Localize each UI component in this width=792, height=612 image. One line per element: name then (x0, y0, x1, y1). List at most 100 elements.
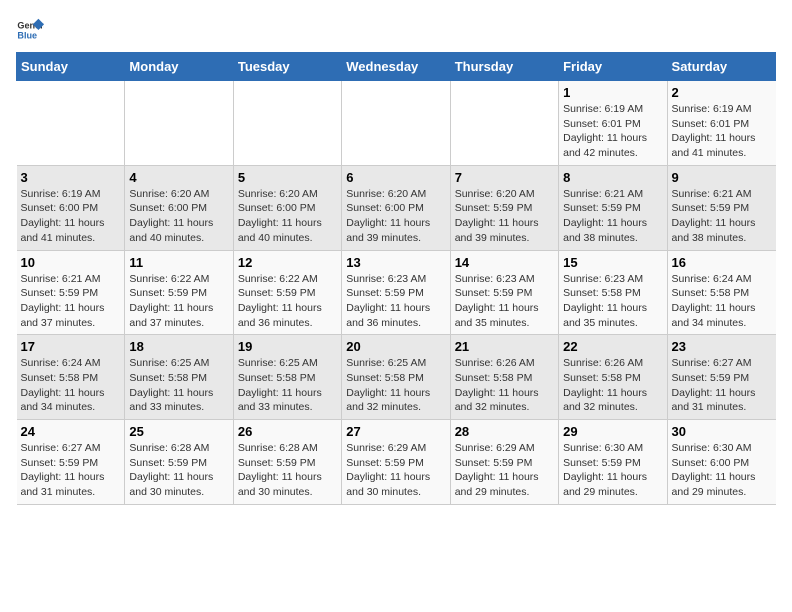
day-cell: 25Sunrise: 6:28 AM Sunset: 5:59 PM Dayli… (125, 420, 233, 505)
week-row-1: 1Sunrise: 6:19 AM Sunset: 6:01 PM Daylig… (17, 81, 776, 166)
day-info: Sunrise: 6:20 AM Sunset: 5:59 PM Dayligh… (455, 188, 539, 244)
day-cell (233, 81, 341, 166)
day-info: Sunrise: 6:26 AM Sunset: 5:58 PM Dayligh… (563, 357, 647, 413)
day-number: 9 (672, 170, 772, 185)
day-cell: 22 Sunrise: 6:26 AM Sunset: 5:58 PM Dayli… (559, 335, 667, 420)
day-cell: 23 Sunrise: 6:27 AM Sunset: 5:59 PM Dayli… (667, 335, 775, 420)
day-number: 7 (455, 170, 554, 185)
day-info: Sunrise: 6:22 AM Sunset: 5:59 PM Dayligh… (238, 273, 322, 329)
day-cell: 12 Sunrise: 6:22 AM Sunset: 5:59 PM Dayli… (233, 250, 341, 335)
day-cell: 6 Sunrise: 6:20 AM Sunset: 6:00 PM Daylig… (342, 165, 450, 250)
day-cell: 29 Sunrise: 6:30 AM Sunset: 5:59 PM Dayli… (559, 420, 667, 505)
day-info: Sunrise: 6:21 AM Sunset: 5:59 PM Dayligh… (21, 273, 105, 329)
day-info: Sunrise: 6:20 AM Sunset: 6:00 PM Dayligh… (346, 188, 430, 244)
day-number: 11 (129, 255, 228, 270)
week-row-5: 24 Sunrise: 6:27 AM Sunset: 5:59 PM Dayli… (17, 420, 776, 505)
day-cell: 9 Sunrise: 6:21 AM Sunset: 5:59 PM Daylig… (667, 165, 775, 250)
day-of-week-monday: Monday (125, 53, 233, 81)
day-cell: 7 Sunrise: 6:20 AM Sunset: 5:59 PM Daylig… (450, 165, 558, 250)
day-info: Sunrise: 6:23 AM Sunset: 5:59 PM Dayligh… (455, 273, 539, 329)
day-cell: 17 Sunrise: 6:24 AM Sunset: 5:58 PM Dayli… (17, 335, 125, 420)
day-cell: 20Sunrise: 6:25 AM Sunset: 5:58 PM Dayli… (342, 335, 450, 420)
day-number: 15 (563, 255, 662, 270)
day-info: Sunrise: 6:22 AM Sunset: 5:59 PM Dayligh… (129, 273, 213, 329)
day-number: 10 (21, 255, 121, 270)
day-cell (450, 81, 558, 166)
day-info: Sunrise: 6:20 AM Sunset: 6:00 PM Dayligh… (129, 188, 213, 244)
calendar-table: SundayMondayTuesdayWednesdayThursdayFrid… (16, 52, 776, 505)
day-number: 26 (238, 424, 337, 439)
day-info: Sunrise: 6:29 AM Sunset: 5:59 PM Dayligh… (455, 442, 539, 498)
day-of-week-thursday: Thursday (450, 53, 558, 81)
day-info: Sunrise: 6:23 AM Sunset: 5:58 PM Dayligh… (563, 273, 647, 329)
day-info: Sunrise: 6:30 AM Sunset: 6:00 PM Dayligh… (672, 442, 756, 498)
day-number: 16 (672, 255, 772, 270)
day-info: Sunrise: 6:24 AM Sunset: 5:58 PM Dayligh… (672, 273, 756, 329)
day-cell: 27 Sunrise: 6:29 AM Sunset: 5:59 PM Dayli… (342, 420, 450, 505)
day-cell: 4 Sunrise: 6:20 AM Sunset: 6:00 PM Daylig… (125, 165, 233, 250)
day-of-week-sunday: Sunday (17, 53, 125, 81)
day-number: 22 (563, 339, 662, 354)
day-number: 28 (455, 424, 554, 439)
day-cell: 18Sunrise: 6:25 AM Sunset: 5:58 PM Dayli… (125, 335, 233, 420)
day-cell: 26 Sunrise: 6:28 AM Sunset: 5:59 PM Dayli… (233, 420, 341, 505)
day-cell: 28 Sunrise: 6:29 AM Sunset: 5:59 PM Dayli… (450, 420, 558, 505)
day-cell: 15 Sunrise: 6:23 AM Sunset: 5:58 PM Dayli… (559, 250, 667, 335)
day-cell: 16 Sunrise: 6:24 AM Sunset: 5:58 PM Dayli… (667, 250, 775, 335)
day-cell (342, 81, 450, 166)
day-number: 6 (346, 170, 445, 185)
day-of-week-friday: Friday (559, 53, 667, 81)
day-info: Sunrise: 6:25 AM Sunset: 5:58 PM Dayligh… (238, 357, 322, 413)
day-number: 2 (672, 85, 772, 100)
day-info: Sunrise: 6:30 AM Sunset: 5:59 PM Dayligh… (563, 442, 647, 498)
day-number: 5 (238, 170, 337, 185)
day-cell: 11 Sunrise: 6:22 AM Sunset: 5:59 PM Dayli… (125, 250, 233, 335)
week-row-2: 3 Sunrise: 6:19 AM Sunset: 6:00 PM Daylig… (17, 165, 776, 250)
day-info: Sunrise: 6:27 AM Sunset: 5:59 PM Dayligh… (21, 442, 105, 498)
day-number: 29 (563, 424, 662, 439)
day-number: 21 (455, 339, 554, 354)
day-number: 12 (238, 255, 337, 270)
day-info: Sunrise: 6:19 AM Sunset: 6:00 PM Dayligh… (21, 188, 105, 244)
day-cell: 8Sunrise: 6:21 AM Sunset: 5:59 PM Daylig… (559, 165, 667, 250)
day-info: Sunrise: 6:25 AM Sunset: 5:58 PM Dayligh… (129, 357, 213, 413)
day-cell: 19 Sunrise: 6:25 AM Sunset: 5:58 PM Dayli… (233, 335, 341, 420)
day-number: 23 (672, 339, 772, 354)
day-info: Sunrise: 6:27 AM Sunset: 5:59 PM Dayligh… (672, 357, 756, 413)
day-cell: 3 Sunrise: 6:19 AM Sunset: 6:00 PM Daylig… (17, 165, 125, 250)
day-info: Sunrise: 6:19 AM Sunset: 6:01 PM Dayligh… (672, 103, 756, 159)
day-number: 13 (346, 255, 445, 270)
day-number: 20 (346, 339, 445, 354)
day-cell (125, 81, 233, 166)
day-of-week-tuesday: Tuesday (233, 53, 341, 81)
day-cell: 24 Sunrise: 6:27 AM Sunset: 5:59 PM Dayli… (17, 420, 125, 505)
svg-text:Blue: Blue (17, 30, 37, 40)
day-cell: 10 Sunrise: 6:21 AM Sunset: 5:59 PM Dayli… (17, 250, 125, 335)
day-info: Sunrise: 6:19 AM Sunset: 6:01 PM Dayligh… (563, 103, 647, 159)
logo: General Blue (16, 16, 44, 44)
day-number: 27 (346, 424, 445, 439)
day-cell: 5 Sunrise: 6:20 AM Sunset: 6:00 PM Daylig… (233, 165, 341, 250)
day-info: Sunrise: 6:20 AM Sunset: 6:00 PM Dayligh… (238, 188, 322, 244)
logo-icon: General Blue (16, 16, 44, 44)
day-number: 24 (21, 424, 121, 439)
day-info: Sunrise: 6:21 AM Sunset: 5:59 PM Dayligh… (672, 188, 756, 244)
day-number: 8 (563, 170, 662, 185)
day-info: Sunrise: 6:26 AM Sunset: 5:58 PM Dayligh… (455, 357, 539, 413)
day-number: 19 (238, 339, 337, 354)
day-info: Sunrise: 6:24 AM Sunset: 5:58 PM Dayligh… (21, 357, 105, 413)
day-number: 17 (21, 339, 121, 354)
day-number: 3 (21, 170, 121, 185)
day-info: Sunrise: 6:28 AM Sunset: 5:59 PM Dayligh… (238, 442, 322, 498)
day-cell: 21 Sunrise: 6:26 AM Sunset: 5:58 PM Dayli… (450, 335, 558, 420)
day-of-week-saturday: Saturday (667, 53, 775, 81)
day-number: 25 (129, 424, 228, 439)
day-number: 4 (129, 170, 228, 185)
day-info: Sunrise: 6:23 AM Sunset: 5:59 PM Dayligh… (346, 273, 430, 329)
day-info: Sunrise: 6:29 AM Sunset: 5:59 PM Dayligh… (346, 442, 430, 498)
day-cell: 13 Sunrise: 6:23 AM Sunset: 5:59 PM Dayli… (342, 250, 450, 335)
day-number: 30 (672, 424, 772, 439)
days-header-row: SundayMondayTuesdayWednesdayThursdayFrid… (17, 53, 776, 81)
day-of-week-wednesday: Wednesday (342, 53, 450, 81)
day-cell: 30 Sunrise: 6:30 AM Sunset: 6:00 PM Dayli… (667, 420, 775, 505)
